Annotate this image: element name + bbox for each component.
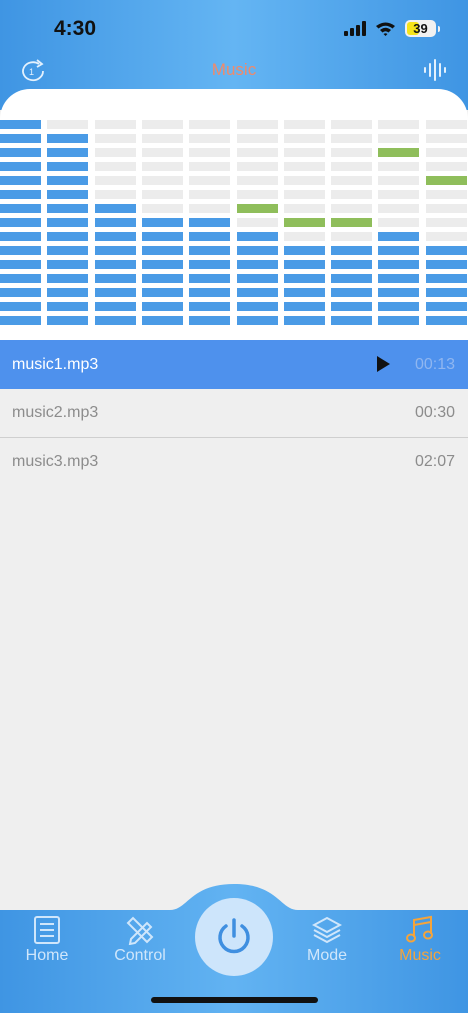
track-name: music1.mp3 <box>12 355 99 373</box>
equalizer-bar-5 <box>189 120 230 325</box>
tab-home[interactable]: Home <box>7 912 87 965</box>
equalizer-visualizer <box>0 120 467 325</box>
equalizer-bar-6 <box>237 120 278 325</box>
track-name: music3.mp3 <box>12 453 99 470</box>
track-duration: 02:07 <box>414 453 455 470</box>
tab-music[interactable]: Music <box>380 912 460 965</box>
tab-home-label: Home <box>25 947 69 964</box>
page-title: Music <box>211 60 257 79</box>
tab-mode[interactable]: Mode <box>287 912 367 965</box>
tab-control-label: Control <box>114 947 166 964</box>
equalizer-panel <box>0 89 468 340</box>
equalizer-bar-10 <box>426 120 467 325</box>
signal-icon <box>344 21 366 36</box>
tab-mode-label: Mode <box>306 947 348 964</box>
track-item-2[interactable]: music2.mp3 00:30 <box>0 389 468 438</box>
home-indicator <box>151 997 318 1003</box>
track-duration: 00:30 <box>414 404 455 421</box>
pencil-ruler-icon <box>126 916 154 945</box>
equalizer-bar-2 <box>47 120 88 325</box>
equalizer-bar-4 <box>142 120 183 325</box>
track-item-1[interactable]: music1.mp3 00:13 <box>0 340 468 389</box>
list-icon <box>34 916 60 944</box>
track-list: music1.mp3 00:13 music2.mp3 00:30 music3… <box>0 340 468 486</box>
layers-icon <box>312 916 342 944</box>
power-button[interactable] <box>195 898 273 976</box>
power-icon <box>218 918 250 954</box>
music-note-icon <box>406 915 433 943</box>
track-item-3[interactable]: music3.mp3 02:07 <box>0 438 468 486</box>
battery-icon: 39 <box>405 20 440 37</box>
equalizer-bar-8 <box>331 120 372 325</box>
tab-music-label: Music <box>399 947 441 964</box>
equalizer-bar-1 <box>0 120 41 325</box>
status-time: 4:30 <box>54 17 97 40</box>
equalizer-bar-7 <box>284 120 325 325</box>
play-icon[interactable] <box>376 356 390 372</box>
tab-control[interactable]: Control <box>100 912 180 965</box>
track-name: music2.mp3 <box>12 404 99 421</box>
equalizer-bar-3 <box>95 120 136 325</box>
wifi-icon <box>376 22 395 36</box>
battery-level: 39 <box>413 21 428 36</box>
status-icons: 39 <box>344 20 440 37</box>
tab-bar: Home Control Mode Music <box>0 880 468 1013</box>
equalizer-bar-9 <box>378 120 419 325</box>
sound-wave-icon[interactable] <box>421 58 449 82</box>
track-duration: 00:13 <box>414 355 455 373</box>
